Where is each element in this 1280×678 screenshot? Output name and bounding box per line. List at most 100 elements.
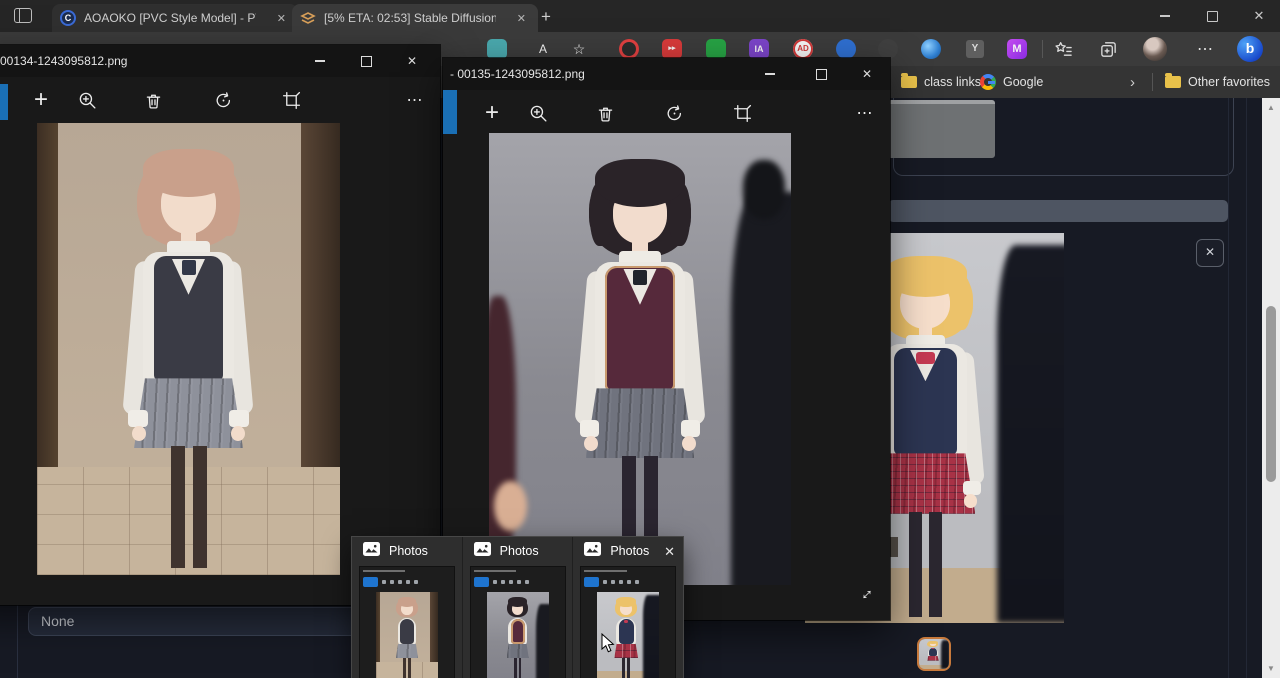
delete-icon[interactable] xyxy=(141,88,165,112)
teal-extension-icon[interactable] xyxy=(487,39,507,59)
photos-app-icon xyxy=(474,542,491,560)
more-icon[interactable]: ⋯ xyxy=(853,101,877,125)
mini-window-preview[interactable] xyxy=(471,567,565,678)
crop-icon[interactable] xyxy=(730,101,754,125)
delete-icon[interactable] xyxy=(593,101,617,125)
see-all-photos-chip xyxy=(474,577,489,587)
window-minimize-button[interactable] xyxy=(1146,0,1184,32)
red-media-extension-icon[interactable]: ▸▸ xyxy=(662,39,682,59)
tab-close-icon[interactable]: ✕ xyxy=(273,10,290,27)
minimize-icon[interactable] xyxy=(750,58,790,90)
gray-button[interactable] xyxy=(888,100,995,158)
new-tab-button[interactable]: + xyxy=(534,5,558,29)
photos-2-toolbar: + ⋯ xyxy=(443,90,890,135)
taskbar-preview-popup: Photos Photos xyxy=(352,537,683,678)
maximize-icon[interactable] xyxy=(346,45,386,77)
favorites-icon[interactable] xyxy=(1051,38,1075,60)
settings-more-icon[interactable]: ⋯ xyxy=(1193,38,1217,60)
photos-app-icon xyxy=(363,542,380,560)
none-dropdown[interactable]: None xyxy=(28,607,372,636)
browser-tab-bar: C AOAOKO [PVC Style Model] - PV ✕ [5% ET… xyxy=(0,0,1280,32)
folder-icon xyxy=(901,76,917,88)
collections-icon[interactable] xyxy=(1096,38,1120,60)
tab-civitai[interactable]: C AOAOKO [PVC Style Model] - PV ✕ xyxy=(52,4,298,32)
image-close-button[interactable]: ✕ xyxy=(1196,239,1224,267)
y-extension-icon[interactable]: Y xyxy=(966,40,984,58)
civitai-favicon-icon: C xyxy=(60,10,76,26)
see-all-photos-button[interactable] xyxy=(0,84,8,120)
photos-app-icon xyxy=(584,542,601,560)
add-icon[interactable]: + xyxy=(480,101,504,125)
tab-stable-diffusion[interactable]: [5% ETA: 02:53] Stable Diffusion ✕ xyxy=(292,4,538,32)
other-favorites-folder[interactable]: Other favorites xyxy=(1165,66,1270,98)
red-ring-extension-icon[interactable] xyxy=(619,39,639,59)
favorite-google[interactable]: Google xyxy=(980,66,1043,98)
close-icon[interactable]: ✕ xyxy=(392,45,432,77)
close-icon[interactable]: ✕ xyxy=(847,58,887,90)
star-extension-icon[interactable]: ☆ xyxy=(569,39,589,59)
dark-extension-icon[interactable] xyxy=(878,39,898,59)
blue-extension-icon[interactable] xyxy=(836,39,856,59)
tab-title: AOAOKO [PVC Style Model] - PV xyxy=(84,11,256,25)
tab-title: [5% ETA: 02:53] Stable Diffusion xyxy=(324,11,496,25)
taskbar-preview-card[interactable]: Photos ✕ xyxy=(573,537,683,678)
globe-extension-icon[interactable] xyxy=(921,39,941,59)
panel-edge xyxy=(17,605,18,678)
bing-icon[interactable]: b xyxy=(1237,36,1263,62)
photos-1-title: 00134-1243095812.png xyxy=(0,54,127,68)
preview-app-label: Photos xyxy=(389,544,428,558)
photos-window-1: 00134-1243095812.png ✕ + ⋯ xyxy=(0,45,440,605)
favorites-folder-class-links[interactable]: class links xyxy=(901,66,981,98)
see-all-photos-button[interactable] xyxy=(443,90,457,134)
chevron-right-icon: › xyxy=(1130,74,1135,91)
favorites-overflow-chevron[interactable]: › xyxy=(1130,66,1135,98)
page-scrollbar[interactable]: ▲ ▼ xyxy=(1262,98,1280,678)
ia-extension-icon[interactable]: IA xyxy=(749,39,769,59)
tab-layout-icon[interactable] xyxy=(14,8,34,24)
photos-1-titlebar[interactable]: 00134-1243095812.png ✕ xyxy=(0,45,440,77)
scroll-up-icon[interactable]: ▲ xyxy=(1262,103,1280,112)
see-all-photos-chip xyxy=(363,577,378,587)
expand-icon[interactable]: ↔ xyxy=(852,580,878,606)
scroll-down-icon[interactable]: ▼ xyxy=(1262,664,1280,673)
favorite-label: Google xyxy=(1003,75,1043,89)
m-extension-icon[interactable]: M xyxy=(1007,39,1027,59)
crop-icon[interactable] xyxy=(279,88,303,112)
column-divider xyxy=(1246,98,1247,678)
progress-bar xyxy=(888,200,1228,222)
mini-window-preview[interactable] xyxy=(360,567,454,678)
ad-extension-icon[interactable]: AD xyxy=(793,39,813,59)
window-restore-button[interactable] xyxy=(1193,0,1231,32)
rotate-icon[interactable] xyxy=(211,88,235,112)
other-favorites-label: Other favorites xyxy=(1188,75,1270,89)
toolbar-divider xyxy=(1042,40,1043,58)
zoom-icon[interactable] xyxy=(526,101,550,125)
favorite-label: class links xyxy=(924,75,981,89)
profile-avatar[interactable] xyxy=(1143,37,1167,61)
signal-extension-icon[interactable]: A xyxy=(533,39,553,59)
add-icon[interactable]: + xyxy=(29,88,53,112)
column-divider xyxy=(1228,98,1229,678)
gallery-thumbnail-selected[interactable] xyxy=(917,637,951,671)
photos-window-2: - 00135-1243095812.png ✕ + ⋯ ↔ xyxy=(443,58,890,620)
window-close-button[interactable]: ✕ xyxy=(1240,0,1278,32)
more-icon[interactable]: ⋯ xyxy=(403,88,427,112)
rotate-icon[interactable] xyxy=(662,101,686,125)
maximize-icon[interactable] xyxy=(801,58,841,90)
photo-image-00134[interactable] xyxy=(37,123,340,575)
see-all-photos-chip xyxy=(584,577,599,587)
zoom-icon[interactable] xyxy=(75,88,99,112)
tab-close-icon[interactable]: ✕ xyxy=(513,10,530,27)
google-icon xyxy=(980,74,996,90)
taskbar-preview-card[interactable]: Photos xyxy=(352,537,463,678)
photos-2-titlebar[interactable]: - 00135-1243095812.png ✕ xyxy=(443,58,890,90)
taskbar-preview-card[interactable]: Photos xyxy=(463,537,574,678)
preview-app-label: Photos xyxy=(610,544,649,558)
minimize-icon[interactable] xyxy=(300,45,340,77)
photo-image-00135[interactable] xyxy=(489,133,791,585)
scrollbar-thumb[interactable] xyxy=(1266,306,1276,482)
photos-1-toolbar: + ⋯ xyxy=(0,77,440,122)
mini-window-preview[interactable] xyxy=(581,567,675,678)
preview-close-icon[interactable]: ✕ xyxy=(664,544,675,560)
green-extension-icon[interactable] xyxy=(706,39,726,59)
